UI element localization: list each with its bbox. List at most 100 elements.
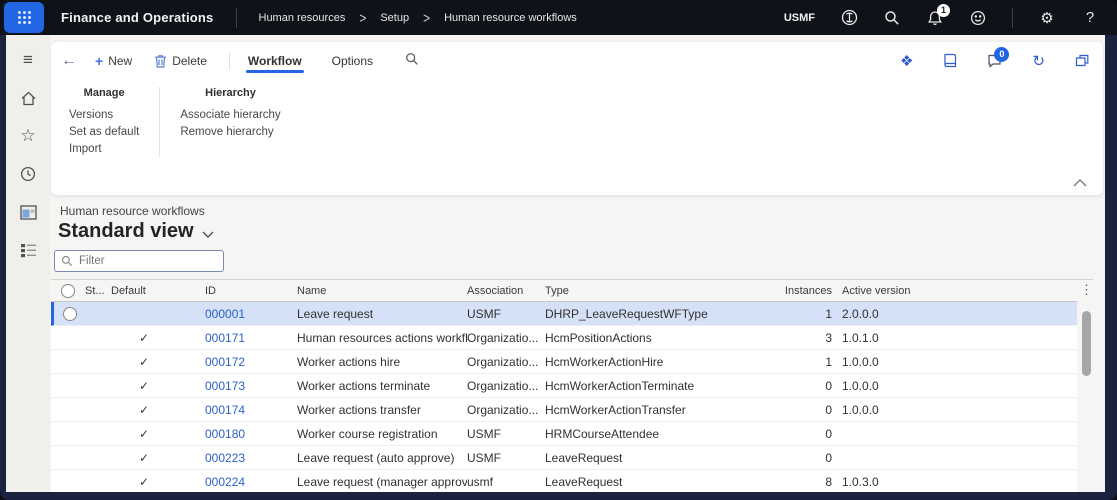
column-header-active-version[interactable]: Active version [832,285,962,297]
remove-hierarchy-button[interactable]: Remove hierarchy [180,123,280,140]
copilot-icon[interactable] [840,9,858,27]
messages-icon[interactable]: 0 [987,54,1002,68]
workflow-id-link[interactable]: 000173 [205,379,245,393]
breadcrumb-item[interactable]: Setup [380,12,409,24]
filter-field [54,250,224,272]
top-bar: Finance and Operations Human resources >… [0,0,1117,35]
toolbar-search-icon[interactable] [405,52,419,69]
column-header-instances[interactable]: Instances [749,285,832,297]
collapse-action-pane-icon[interactable] [1073,176,1087,190]
table-row[interactable]: ✓000223Leave request (auto approve)USMFL… [51,446,1077,470]
row-type: HRMCourseAttendee [545,427,749,441]
row-active-version: 1.0.0.0 [832,403,962,417]
help-icon[interactable]: ? [1081,9,1099,27]
workflow-id-link[interactable]: 000172 [205,355,245,369]
task-guide-book-icon[interactable] [943,53,957,68]
diamond-grid-icon[interactable]: ❖ [900,52,913,70]
row-association: Organizatio... [467,403,545,417]
set-as-default-button[interactable]: Set as default [69,123,139,140]
row-id: 000173 [205,379,297,393]
row-id: 000174 [205,403,297,417]
feedback-smiley-icon[interactable] [969,9,987,27]
row-select-radio[interactable] [54,307,85,321]
waffle-dots [17,10,32,25]
column-header-type[interactable]: Type [545,285,749,297]
column-header-status[interactable]: St... [85,285,109,297]
favorites-star-icon[interactable]: ☆ [10,117,46,155]
workflow-id-link[interactable]: 000174 [205,403,245,417]
new-button[interactable]: + New [95,53,132,69]
select-all-radio[interactable] [51,284,85,298]
page-subtitle: Human resource workflows [60,204,1105,218]
group-divider [159,87,160,157]
column-header-association[interactable]: Association [467,285,545,297]
table-row[interactable]: ✓000224Leave request (manager approval)u… [51,470,1077,492]
breadcrumb-item[interactable]: Human resources [259,12,346,24]
row-instances: 8 [749,475,832,489]
workflow-id-link[interactable]: 000180 [205,427,245,441]
search-icon[interactable] [883,9,901,27]
import-button[interactable]: Import [69,140,139,157]
table-row[interactable]: ✓000180Worker course registrationUSMFHRM… [51,422,1077,446]
tab-workflow[interactable]: Workflow [246,45,304,77]
filter-input[interactable] [54,250,224,272]
breadcrumb-item[interactable]: Human resource workflows [444,12,577,24]
column-header-id[interactable]: ID [205,285,297,297]
modules-icon[interactable] [10,231,46,269]
grid-scrollbar-thumb[interactable] [1082,311,1091,376]
row-active-version: 1.0.0.0 [832,379,962,393]
check-icon: ✓ [139,355,149,369]
delete-button[interactable]: Delete [154,54,207,68]
workflow-id-link[interactable]: 000001 [205,307,245,321]
table-row[interactable]: ✓000172Worker actions hireOrganizatio...… [51,350,1077,374]
row-id: 000001 [205,307,297,321]
row-default: ✓ [109,427,205,441]
check-icon: ✓ [139,451,149,465]
workflow-id-link[interactable]: 000224 [205,475,245,489]
column-header-default[interactable]: Default [109,285,205,297]
tab-options[interactable]: Options [330,45,375,77]
view-selector[interactable]: Standard view [58,220,1105,243]
action-toolbar: ← + New Delete Workflow Options [51,42,1103,79]
view-title-text: Standard view [58,220,194,243]
table-row[interactable]: 000001Leave requestUSMFDHRP_LeaveRequest… [51,302,1077,326]
chevron-right-icon: > [423,9,430,27]
nav-sidebar: ≡ ☆ [6,35,50,492]
notifications-badge: 1 [937,4,950,17]
table-row[interactable]: ✓000174Worker actions transferOrganizati… [51,398,1077,422]
topbar-divider [1012,8,1013,28]
notifications-bell-icon[interactable]: 1 [926,9,944,27]
grid-header-row: St... Default ID Name Association Type I… [51,280,1077,302]
row-name: Worker actions hire [297,355,467,369]
group-hierarchy: Hierarchy Associate hierarchy Remove hie… [180,87,280,157]
expand-menu-icon[interactable]: ≡ [10,41,46,79]
row-name: Leave request (auto approve) [297,451,467,465]
check-icon: ✓ [139,475,149,489]
back-button[interactable]: ← [61,52,77,70]
toolbar-divider [229,52,230,70]
workspace-icon[interactable] [10,193,46,231]
row-instances: 1 [749,307,832,321]
versions-button[interactable]: Versions [69,106,139,123]
workflow-id-link[interactable]: 000171 [205,331,245,345]
row-instances: 3 [749,331,832,345]
settings-gear-icon[interactable]: ⚙ [1038,9,1056,27]
table-row[interactable]: ✓000173Worker actions terminateOrganizat… [51,374,1077,398]
app-title[interactable]: Finance and Operations [61,10,214,25]
workflow-id-link[interactable]: 000223 [205,451,245,465]
main-frame: ≡ ☆ [6,35,1105,492]
column-header-name[interactable]: Name [297,285,467,297]
row-association: Organizatio... [467,331,545,345]
check-icon: ✓ [139,427,149,441]
refresh-icon[interactable]: ↻ [1032,52,1045,70]
environment-label[interactable]: USMF [784,12,815,24]
home-icon[interactable] [10,79,46,117]
recent-clock-icon[interactable] [10,155,46,193]
row-name: Leave request (manager approval) [297,475,467,489]
associate-hierarchy-button[interactable]: Associate hierarchy [180,106,280,123]
waffle-menu-icon[interactable] [4,2,44,33]
grid-options-kebab-icon[interactable]: ⋮ [1080,280,1093,300]
row-association: USMF [467,427,545,441]
open-in-new-window-icon[interactable] [1075,54,1089,67]
table-row[interactable]: ✓000171Human resources actions workfl...… [51,326,1077,350]
